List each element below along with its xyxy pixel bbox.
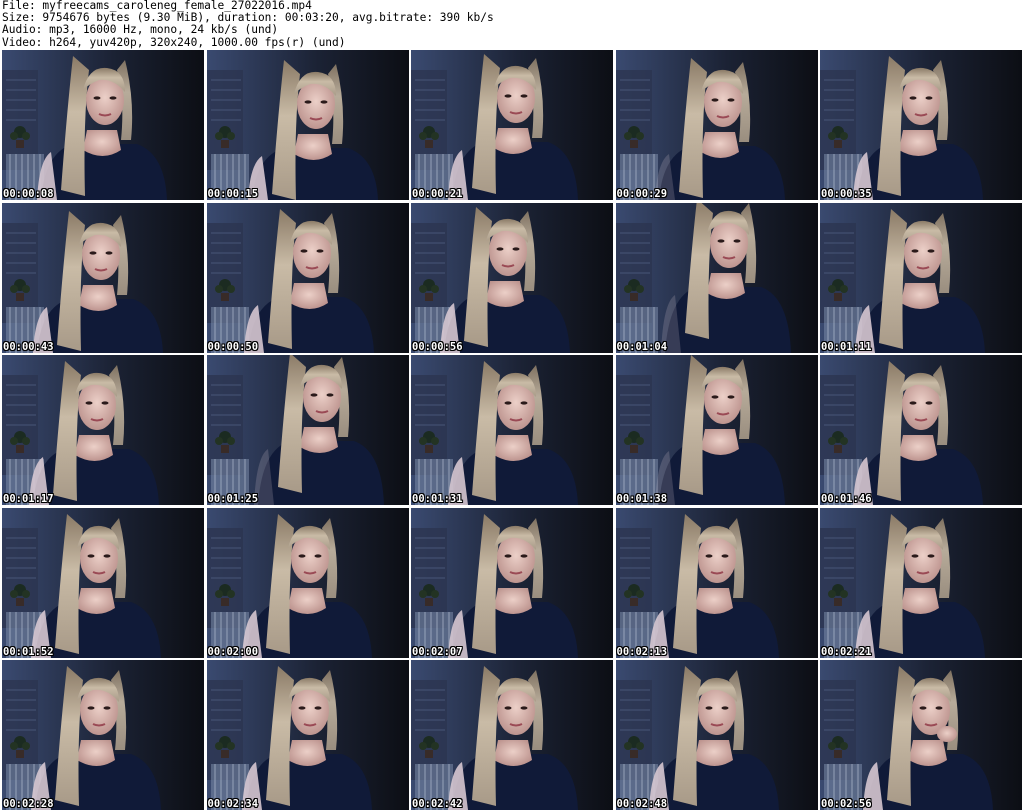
thumbnail-image	[411, 202, 613, 353]
timestamp-label: 00:00:21	[412, 188, 463, 200]
thumbnail-image	[2, 50, 204, 200]
thumbnail-image	[206, 507, 409, 658]
timestamp-label: 00:00:43	[3, 340, 54, 353]
timestamp-label: 00:02:42	[412, 798, 463, 810]
timestamp-label: 00:01:52	[3, 645, 54, 658]
video-thumbnail: 00:01:04	[615, 202, 818, 353]
video-thumbnail: 00:00:08	[2, 50, 204, 200]
thumbnail-image	[206, 202, 409, 353]
thumbnail-image	[411, 660, 613, 810]
thumbnail-image	[615, 355, 818, 505]
timestamp-label: 00:02:56	[821, 798, 872, 810]
timestamp-label: 00:01:11	[821, 340, 872, 353]
thumbnail-image	[615, 50, 818, 200]
timestamp-label: 00:02:28	[3, 798, 54, 810]
file-info-header: File: myfreecams_caroleneg_female_270220…	[2, 0, 1020, 49]
thumbnail-image	[206, 660, 409, 810]
thumbnail-image	[2, 202, 204, 353]
thumbnail-image	[615, 202, 818, 353]
timestamp-label: 00:01:25	[207, 493, 259, 505]
thumbnail-image	[615, 660, 818, 810]
video-thumbnail: 00:01:38	[615, 355, 818, 505]
thumbnail-grid: 00:00:08 00:00:15 00:00:21 00:00:29 00:0…	[2, 50, 1022, 810]
timestamp-label: 00:00:15	[207, 188, 259, 200]
video-info-line: Video: h264, yuv420p, 320x240, 1000.00 f…	[2, 35, 346, 49]
thumbnail-image	[615, 507, 818, 658]
thumbnail-image	[206, 355, 409, 505]
timestamp-label: 00:00:50	[207, 340, 259, 353]
timestamp-label: 00:02:13	[616, 645, 668, 658]
video-thumbnail: 00:02:48	[615, 660, 818, 810]
video-thumbnail: 00:02:07	[411, 507, 613, 658]
video-thumbnail: 00:00:50	[206, 202, 409, 353]
timestamp-label: 00:02:21	[821, 645, 872, 658]
thumbnail-image	[820, 50, 1022, 200]
timestamp-label: 00:02:34	[207, 798, 259, 810]
timestamp-label: 00:00:35	[821, 188, 872, 200]
thumbnail-image	[820, 202, 1022, 353]
video-thumbnail: 00:00:15	[206, 50, 409, 200]
video-thumbnail: 00:01:17	[2, 355, 204, 505]
video-thumbnail: 00:01:46	[820, 355, 1022, 505]
video-thumbnail: 00:01:11	[820, 202, 1022, 353]
video-thumbnail: 00:02:13	[615, 507, 818, 658]
video-thumbnail: 00:02:00	[206, 507, 409, 658]
video-thumbnail: 00:02:34	[206, 660, 409, 810]
thumbnail-image	[206, 50, 409, 200]
thumbnail-image	[820, 660, 1022, 810]
video-thumbnail: 00:00:29	[615, 50, 818, 200]
thumbnail-image	[2, 660, 204, 810]
timestamp-label: 00:00:08	[3, 188, 54, 200]
timestamp-label: 00:02:48	[616, 798, 668, 810]
timestamp-label: 00:01:46	[821, 493, 872, 505]
timestamp-label: 00:02:00	[207, 645, 259, 658]
timestamp-label: 00:01:04	[616, 340, 668, 353]
video-thumbnail: 00:00:35	[820, 50, 1022, 200]
video-thumbnail: 00:02:21	[820, 507, 1022, 658]
video-thumbnail: 00:02:42	[411, 660, 613, 810]
audio-info-line: Audio: mp3, 16000 Hz, mono, 24 kb/s (und…	[2, 23, 279, 37]
video-thumbnail: 00:01:25	[206, 355, 409, 505]
video-thumbnail: 00:00:56	[411, 202, 613, 353]
thumbnail-image	[411, 355, 613, 505]
video-thumbnail: 00:02:56	[820, 660, 1022, 810]
video-thumbnail: 00:00:43	[2, 202, 204, 353]
thumbnail-image	[820, 355, 1022, 505]
thumbnail-image	[820, 507, 1022, 658]
timestamp-label: 00:02:07	[412, 645, 463, 658]
video-thumbnail: 00:02:28	[2, 660, 204, 810]
thumbnail-image	[411, 507, 613, 658]
video-thumbnail: 00:01:31	[411, 355, 613, 505]
thumbnail-image	[2, 355, 204, 505]
timestamp-label: 00:01:31	[412, 493, 463, 505]
timestamp-label: 00:01:17	[3, 493, 54, 505]
thumbnail-image	[411, 50, 613, 200]
timestamp-label: 00:01:38	[616, 493, 668, 505]
video-thumbnail: 00:01:52	[2, 507, 204, 658]
thumbnail-image	[2, 507, 204, 658]
timestamp-label: 00:00:29	[616, 188, 668, 200]
timestamp-label: 00:00:56	[412, 340, 463, 353]
video-thumbnail: 00:00:21	[411, 50, 613, 200]
